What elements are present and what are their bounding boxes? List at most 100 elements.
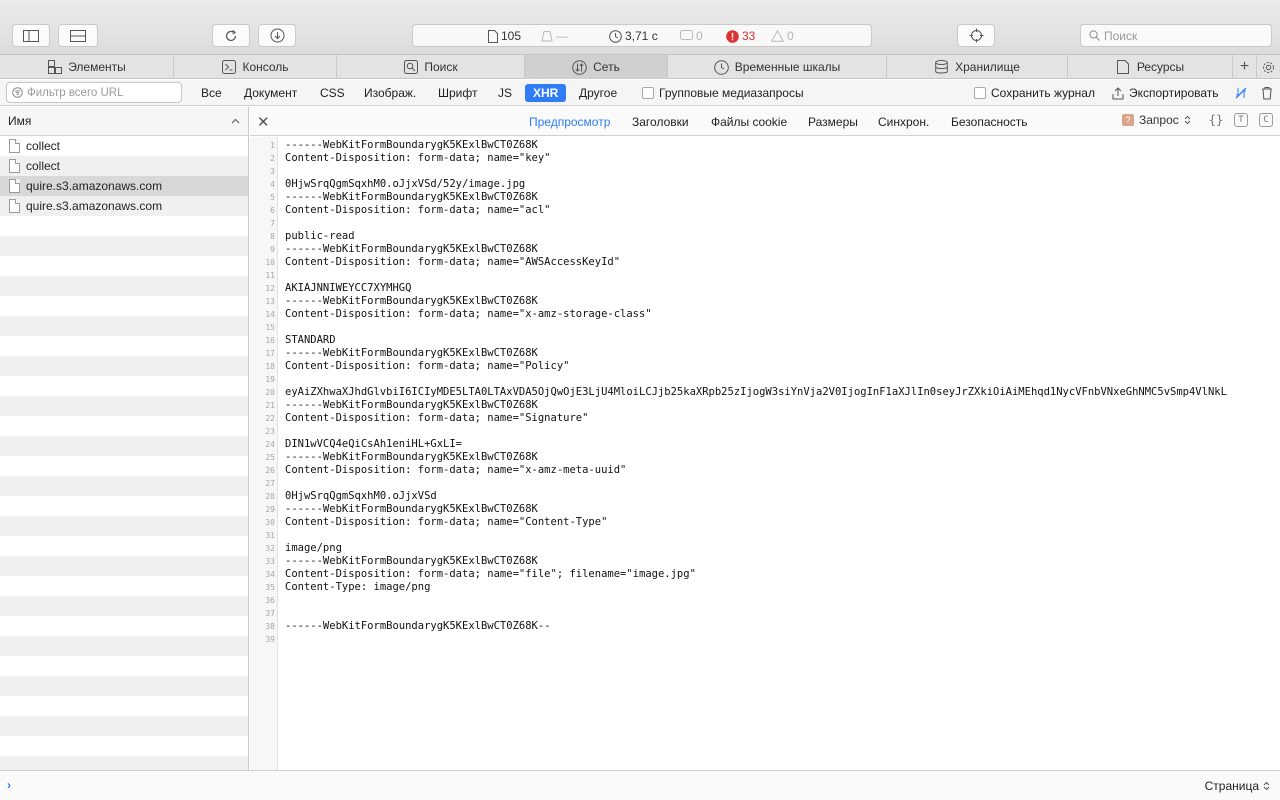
execution-context-selector[interactable]: Страница xyxy=(1205,779,1270,793)
add-tab-button[interactable]: + xyxy=(1233,55,1257,79)
type-all[interactable]: Все xyxy=(193,84,230,102)
group-media-checkbox[interactable]: Групповые медиазапросы xyxy=(642,86,804,100)
global-search-input[interactable]: Поиск xyxy=(1080,24,1272,47)
line-text: Content-Disposition: form-data; name="Si… xyxy=(285,412,589,424)
pretty-print-icon[interactable]: {} xyxy=(1209,113,1223,127)
tab-sizes[interactable]: Размеры xyxy=(808,115,858,129)
message-icon xyxy=(680,30,693,40)
line-text: ------WebKitFormBoundarygK5KExlBwCT0Z68K xyxy=(285,243,538,255)
type-images[interactable]: Изображ. xyxy=(356,84,424,102)
line-number: 20 xyxy=(265,388,275,397)
type-fonts[interactable]: Шрифт xyxy=(430,84,485,102)
load-time[interactable]: 3,71 с xyxy=(609,29,658,43)
tab-cookies[interactable]: Файлы cookie xyxy=(711,115,787,129)
filter-icon xyxy=(12,87,23,98)
code-line: 2 Content-Disposition: form-data; name="k… xyxy=(250,152,1280,165)
file-icon xyxy=(9,159,20,173)
tab-timelines[interactable]: Временные шкалы xyxy=(668,55,887,79)
type-xhr[interactable]: XHR xyxy=(525,84,567,102)
inspect-element-button[interactable] xyxy=(957,24,995,47)
list-item-selected[interactable]: quire.s3.amazonaws.com xyxy=(0,176,248,196)
tab-search[interactable]: Поиск xyxy=(337,55,525,79)
resources-count[interactable]: 105 xyxy=(488,29,521,43)
tab-security[interactable]: Безопасность xyxy=(951,115,1028,129)
line-text: Content-Type: image/png xyxy=(285,581,431,593)
type-css[interactable]: CSS xyxy=(312,84,353,102)
line-text: public-read xyxy=(285,230,355,242)
request-response-selector[interactable]: ? Запрос xyxy=(1122,113,1191,127)
tab-console[interactable]: Консоль xyxy=(174,55,337,79)
type-document[interactable]: Документ xyxy=(236,84,305,102)
tab-elements[interactable]: Элементы xyxy=(0,55,174,79)
type-icon[interactable]: T xyxy=(1234,113,1248,127)
line-text: Content-Disposition: form-data; name="AW… xyxy=(285,256,621,268)
line-text: ------WebKitFormBoundarygK5KExlBwCT0Z68K xyxy=(285,555,538,567)
preserve-log-checkbox[interactable]: Сохранить журнал xyxy=(974,86,1095,100)
resources-size[interactable]: — xyxy=(541,29,568,43)
line-text: Content-Disposition: form-data; name="x-… xyxy=(285,308,652,320)
line-text: Content-Disposition: form-data; name="ke… xyxy=(285,152,551,164)
trash-icon xyxy=(1262,87,1272,100)
settings-button[interactable] xyxy=(1257,55,1280,79)
messages-count[interactable]: 0 xyxy=(680,29,703,43)
line-number: 17 xyxy=(265,349,275,358)
export-button[interactable]: Экспортировать xyxy=(1112,86,1219,100)
code-line: 37 xyxy=(250,607,1280,620)
line-number: 27 xyxy=(265,479,275,488)
main-tabbar: Элементы Консоль Поиск Сеть Временные шк… xyxy=(0,55,1280,79)
tab-resources[interactable]: Ресурсы xyxy=(1068,55,1233,79)
line-number: 33 xyxy=(265,557,275,566)
disable-cache-button[interactable] xyxy=(1234,86,1248,100)
line-text: 0HjwSrqQgmSqxhM0.oJjxVSd/52y/image.jpg xyxy=(285,178,526,190)
type-js[interactable]: JS xyxy=(490,84,520,102)
code-line: 39 xyxy=(250,633,1280,646)
list-item[interactable]: quire.s3.amazonaws.com xyxy=(0,196,248,216)
tab-preview[interactable]: Предпросмотр xyxy=(529,115,610,129)
line-text: Content-Disposition: form-data; name="Co… xyxy=(285,516,608,528)
copy-icon[interactable]: C xyxy=(1259,113,1273,127)
tab-headers[interactable]: Заголовки xyxy=(632,115,689,129)
clear-log-button[interactable] xyxy=(1261,86,1273,100)
file-icon xyxy=(9,199,20,213)
download-button[interactable] xyxy=(258,24,296,47)
download-icon xyxy=(270,28,284,43)
crosshair-icon xyxy=(969,28,983,43)
line-number: 25 xyxy=(265,453,275,462)
code-line: 20 eyAiZXhwaXJhdGlvbiI6ICIyMDE5LTA0LTAxVD… xyxy=(250,386,1280,399)
dock-side-button[interactable] xyxy=(12,24,50,47)
code-line: 34 Content-Disposition: form-data; name="… xyxy=(250,568,1280,581)
code-line: 9 ------WebKitFormBoundarygK5KExlBwCT0Z68… xyxy=(250,243,1280,256)
devtools-toolbar: 105 — 3,71 с 0 33 0 Поиск xyxy=(0,0,1280,55)
name-column-header[interactable]: Имя xyxy=(0,107,248,136)
code-line: 13 ------WebKitFormBoundarygK5KExlBwCT0Z6… xyxy=(250,295,1280,308)
reload-button[interactable] xyxy=(212,24,250,47)
type-other[interactable]: Другое xyxy=(571,84,625,102)
list-item[interactable]: collect xyxy=(0,156,248,176)
code-line: 35 Content-Type: image/png xyxy=(250,581,1280,594)
code-line: 24 DIN1wVCQ4eQiCsAh1eniHL+GxLI= xyxy=(250,438,1280,451)
line-text: 0HjwSrqQgmSqxhM0.oJjxVSd xyxy=(285,490,437,502)
warnings-count[interactable]: 0 xyxy=(771,29,794,43)
resources-icon xyxy=(1116,60,1131,75)
detail-tabbar: ✕ Предпросмотр Заголовки Файлы cookie Ра… xyxy=(250,107,1280,136)
console-prompt[interactable]: › xyxy=(7,778,11,792)
code-line: 3 xyxy=(250,165,1280,178)
search-tab-icon xyxy=(403,60,418,75)
file-icon xyxy=(9,139,20,153)
chevron-updown-icon xyxy=(1184,115,1191,125)
list-item[interactable]: collect xyxy=(0,136,248,156)
tab-network[interactable]: Сеть xyxy=(525,55,668,79)
line-number: 21 xyxy=(265,401,275,410)
tab-timing[interactable]: Синхрон. xyxy=(878,115,929,129)
dock-bottom-button[interactable] xyxy=(58,24,98,47)
line-text: ------WebKitFormBoundarygK5KExlBwCT0Z68K xyxy=(285,191,538,203)
line-number: 30 xyxy=(265,518,275,527)
line-number: 39 xyxy=(265,635,275,644)
tab-storage[interactable]: Хранилище xyxy=(887,55,1068,79)
close-icon[interactable]: ✕ xyxy=(257,113,270,131)
line-number: 32 xyxy=(265,544,275,553)
errors-count[interactable]: 33 xyxy=(726,29,755,43)
plus-icon: + xyxy=(1239,58,1250,75)
url-filter-input[interactable]: Фильтр всего URL xyxy=(6,82,182,103)
line-number: 8 xyxy=(270,232,275,241)
